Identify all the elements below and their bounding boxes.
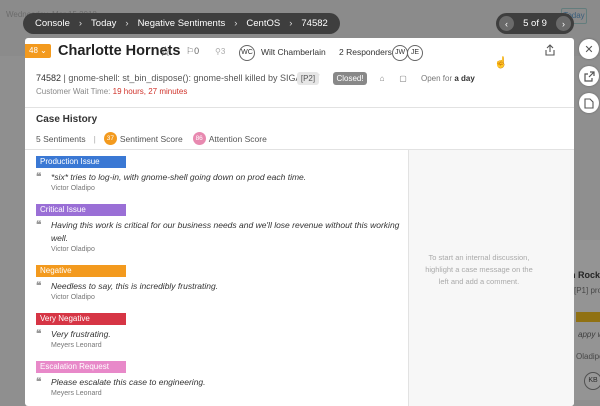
people-count: ⚲3 — [215, 47, 225, 56]
next-case-button[interactable]: › — [556, 16, 571, 31]
discussion-panel: To start an internal discussion, highlig… — [409, 150, 574, 406]
people-count-value: 3 — [220, 47, 226, 56]
message-author: Victor Oladipo — [51, 246, 95, 253]
responder-avatar[interactable]: JW — [392, 45, 408, 61]
sentiment-tag: Production Issue — [36, 156, 126, 168]
close-modal-button[interactable]: ✕ — [579, 39, 599, 59]
sentiment-message[interactable]: ❝ Very frustrating. — [36, 328, 408, 341]
sentiment-score-label: Sentiment Score — [119, 133, 183, 144]
message-text: Please escalate this case to engineering… — [51, 377, 206, 387]
breadcrumb-centos[interactable]: CentOS — [246, 18, 280, 29]
message-text: *six* tries to log-in, with gnome-shell … — [51, 172, 307, 182]
sentiment-entry[interactable]: Critical Issue ❝ Having this work is crit… — [36, 203, 408, 253]
message-text: Having this work is critical for our bus… — [51, 220, 400, 243]
wait-label: Customer Wait Time: — [36, 87, 111, 96]
case-pager: ‹ 5 of 9 › — [496, 13, 574, 34]
breadcrumb-negative-sentiments[interactable]: Negative Sentiments — [138, 18, 226, 29]
breadcrumb: Console › Today › Negative Sentiments › Cen… — [23, 13, 340, 34]
severity-value: 48 — [29, 46, 38, 55]
message-author: Victor Oladipo — [51, 294, 95, 301]
status-pill[interactable]: Closed! — [333, 72, 367, 85]
message-author: Meyers Leonard — [51, 342, 102, 349]
responders-label: 2 Responders — [339, 47, 392, 57]
sentiment-entry[interactable]: Negative ❝ Needless to say, this is incre… — [36, 264, 408, 301]
chevron-down-icon: ⌄ — [40, 46, 47, 55]
sentiment-tag: Critical Issue — [36, 204, 126, 216]
customer-wait-time: Customer Wait Time: 19 hours, 27 minutes — [36, 87, 187, 96]
quote-icon: ❝ — [36, 281, 42, 292]
owner-avatar[interactable]: WC — [239, 45, 255, 61]
quote-icon: ❝ — [36, 329, 42, 340]
sentiment-message[interactable]: ❝ *six* tries to log-in, with gnome-shell… — [36, 171, 408, 184]
flag-count: 0 — [194, 46, 200, 56]
sentiment-tag: Negative — [36, 265, 126, 277]
sentiment-message[interactable]: ❝ Having this work is critical for our bu… — [36, 219, 408, 245]
responder-avatar[interactable]: JE — [407, 45, 423, 61]
quote-icon: ❝ — [36, 220, 42, 231]
pager-position: 5 of 9 — [523, 18, 547, 29]
message-text: Needless to say, this is incredibly frus… — [51, 281, 219, 291]
discussion-hint: To start an internal discussion, highlig… — [425, 253, 533, 286]
sentiment-list: Production Issue ❝ *six* tries to log-in,… — [25, 150, 409, 406]
wait-value: 19 hours, 27 minutes — [112, 87, 188, 96]
case-id: 74582 — [36, 73, 62, 83]
case-modal: 48 ⌄ Charlotte Hornets ☆ ⚐0 ⚲3 WC Wilt C… — [25, 38, 574, 406]
open-label: Open for — [421, 74, 453, 83]
open-value: a day — [454, 74, 475, 83]
close-icon: ✕ — [584, 43, 594, 56]
sentiment-message[interactable]: ❝ Please escalate this case to engineerin… — [36, 376, 408, 389]
chevron-right-icon: › — [289, 18, 293, 29]
message-author: Victor Oladipo — [51, 185, 95, 192]
quote-icon: ❝ — [36, 377, 42, 388]
tag-icon[interactable]: ⌂ — [377, 72, 387, 85]
message-text: Very frustrating. — [51, 329, 111, 339]
priority-pill[interactable]: [P2] — [297, 72, 319, 85]
sentiment-message[interactable]: ❝ Needless to say, this is incredibly fru… — [36, 280, 408, 293]
case-history-stats: 5 Sentiments | 37 Sentiment Score 86 Att… — [36, 132, 267, 145]
open-external-button[interactable] — [579, 66, 599, 86]
prev-case-button[interactable]: ‹ — [499, 16, 514, 31]
chevron-right-icon: › — [234, 18, 238, 29]
case-summary: 74582 | gnome-shell: st_bin_dispose(): g… — [36, 73, 320, 83]
sentiment-entry[interactable]: Production Issue ❝ *six* tries to log-in,… — [36, 155, 408, 192]
breadcrumb-console[interactable]: Console — [35, 18, 70, 29]
owner-name: Wilt Chamberlain — [261, 47, 326, 57]
severity-badge[interactable]: 48 ⌄ — [25, 44, 51, 58]
attention-score-label: Attention Score — [208, 133, 267, 144]
sentiment-score-badge: 37 — [103, 132, 117, 145]
mouse-cursor-icon: ☝ — [494, 57, 508, 69]
case-subject: gnome-shell: st_bin_dispose(): gnome-she… — [68, 73, 320, 83]
case-header: 48 ⌄ Charlotte Hornets ☆ ⚐0 ⚲3 WC Wilt C… — [25, 38, 574, 108]
open-duration: Open for a day — [421, 74, 475, 83]
quote-icon: ❝ — [36, 172, 42, 183]
sentiment-tag: Escalation Request — [36, 361, 126, 373]
flag-button[interactable]: ⚐0 — [186, 46, 199, 57]
sentiment-entry[interactable]: Escalation Request ❝ Please escalate this… — [36, 360, 408, 397]
star-icon[interactable]: ☆ — [159, 43, 172, 60]
chevron-right-icon: › — [125, 18, 129, 29]
sentiment-entry[interactable]: Very Negative ❝ Very frustrating. Meyers … — [36, 312, 408, 349]
case-history-title: Case History — [36, 114, 98, 125]
share-icon[interactable] — [545, 44, 555, 59]
document-button[interactable] — [579, 93, 599, 113]
chevron-right-icon: › — [78, 18, 83, 29]
case-history-header: Case History 5 Sentiments | 37 Sentiment… — [25, 108, 574, 150]
sentiments-count: 5 Sentiments — [36, 133, 86, 144]
document-icon — [584, 97, 594, 109]
attention-score-badge: 86 — [192, 132, 206, 145]
external-link-icon — [583, 70, 595, 82]
case-history-body: Production Issue ❝ *six* tries to log-in,… — [25, 150, 574, 406]
sentiment-tag: Very Negative — [36, 313, 126, 325]
message-author: Meyers Leonard — [51, 390, 102, 397]
flag-icon: ⚐ — [186, 46, 195, 56]
notification-icon[interactable]: ▢ — [397, 72, 409, 85]
breadcrumb-case-id: 74582 — [301, 18, 328, 29]
breadcrumb-today[interactable]: Today — [91, 18, 116, 29]
